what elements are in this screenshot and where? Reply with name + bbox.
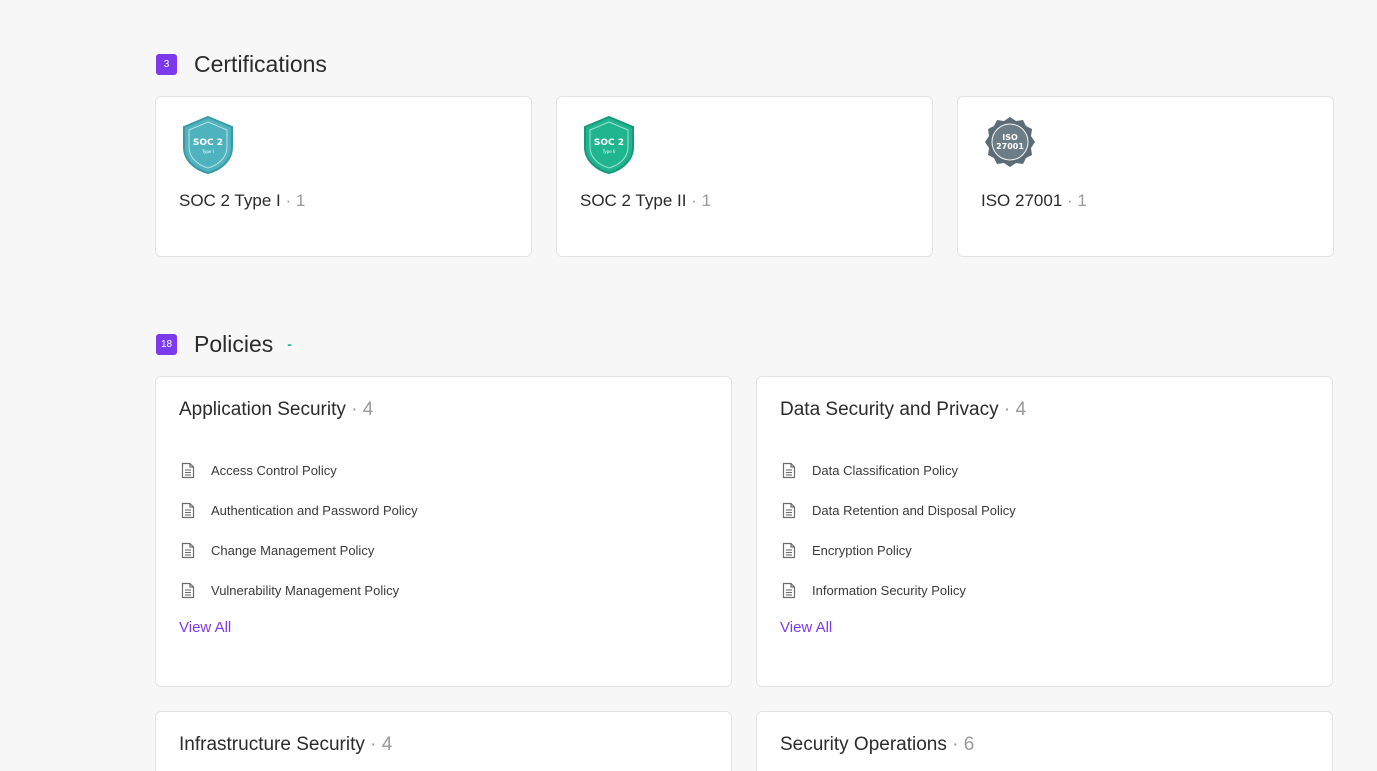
- cert-card-iso-27001[interactable]: ISO 27001 ISO 27001 · 1: [957, 96, 1334, 257]
- policies-status-dash: -: [287, 336, 292, 352]
- policy-item[interactable]: Data Classification Policy: [781, 450, 1016, 490]
- document-icon: [782, 462, 796, 478]
- policies-header: 18 Policies -: [156, 329, 292, 359]
- soc2-type2-badge-icon: SOC 2 Type II: [584, 115, 634, 175]
- policy-item[interactable]: Data Retention and Disposal Policy: [781, 490, 1016, 530]
- policy-item[interactable]: Authentication and Password Policy: [180, 490, 418, 530]
- cert-label: SOC 2 Type II · 1: [580, 191, 712, 210]
- page: 3 Certifications SOC 2 Type I SOC 2 Type…: [0, 0, 1377, 771]
- document-icon: [181, 542, 195, 558]
- policies-count-badge: 18: [156, 333, 177, 355]
- certifications-header: 3 Certifications: [156, 49, 327, 79]
- svg-text:27001: 27001: [996, 142, 1024, 151]
- document-icon: [782, 542, 796, 558]
- policy-item[interactable]: Access Control Policy: [180, 450, 418, 490]
- cert-card-soc2-type2[interactable]: SOC 2 Type II SOC 2 Type II · 1: [556, 96, 933, 257]
- svg-text:SOC 2: SOC 2: [594, 138, 624, 148]
- policy-list: Access Control Policy Authentication and…: [180, 450, 418, 610]
- soc2-type1-badge-icon: SOC 2 Type I: [183, 115, 233, 175]
- cert-label: ISO 27001 · 1: [981, 191, 1087, 210]
- iso-27001-badge-icon: ISO 27001: [985, 117, 1035, 167]
- policy-list: Data Classification Policy Data Retentio…: [781, 450, 1016, 610]
- policy-item[interactable]: Information Security Policy: [781, 570, 1016, 610]
- document-icon: [181, 502, 195, 518]
- policy-item[interactable]: Vulnerability Management Policy: [180, 570, 418, 610]
- svg-text:Type II: Type II: [602, 149, 616, 154]
- svg-text:ISO: ISO: [1002, 133, 1018, 142]
- policy-group-security-operations: Security Operations · 6: [756, 711, 1333, 771]
- policy-group-infrastructure-security: Infrastructure Security · 4: [155, 711, 732, 771]
- cert-card-soc2-type1[interactable]: SOC 2 Type I SOC 2 Type I · 1: [155, 96, 532, 257]
- policy-group-title: Application Security · 4: [179, 399, 374, 420]
- policy-group-title: Security Operations · 6: [780, 734, 975, 755]
- document-icon: [782, 502, 796, 518]
- cert-label: SOC 2 Type I · 1: [179, 191, 306, 210]
- document-icon: [782, 582, 796, 598]
- policies-title: Policies: [194, 330, 274, 357]
- policy-group-application-security: Application Security · 4 Access Control …: [155, 376, 732, 687]
- certifications-title: Certifications: [194, 50, 327, 77]
- certifications-count-badge: 3: [156, 53, 177, 75]
- policy-group-title: Infrastructure Security · 4: [179, 734, 393, 755]
- document-icon: [181, 462, 195, 478]
- policy-group-title: Data Security and Privacy · 4: [780, 399, 1027, 420]
- policy-item[interactable]: Encryption Policy: [781, 530, 1016, 570]
- view-all-link[interactable]: View All: [780, 619, 832, 636]
- policy-group-data-security-privacy: Data Security and Privacy · 4 Data Class…: [756, 376, 1333, 687]
- svg-text:Type I: Type I: [201, 149, 214, 154]
- svg-text:SOC 2: SOC 2: [193, 138, 223, 148]
- policy-item[interactable]: Change Management Policy: [180, 530, 418, 570]
- document-icon: [181, 582, 195, 598]
- view-all-link[interactable]: View All: [179, 619, 231, 636]
